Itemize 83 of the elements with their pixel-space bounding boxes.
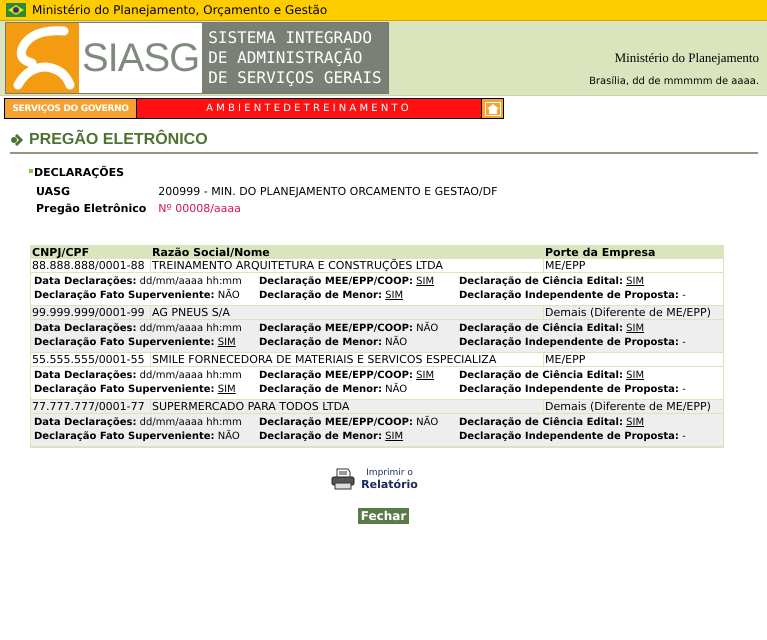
printer-icon[interactable] <box>331 468 356 490</box>
close-button[interactable]: Fechar <box>358 508 410 524</box>
declaration-label: Declaração Independente de Proposta: <box>459 290 679 301</box>
declaration-label: Declaração Fato Superveniente: <box>34 384 215 395</box>
declaration-value: - <box>682 290 686 301</box>
table-cell: 88.888.888/0001-88 <box>31 259 151 272</box>
info-value: Nº 00008/aaaa <box>158 202 242 215</box>
declaration-label: Declaração MEE/EPP/COOP: <box>259 276 413 287</box>
declaration-link[interactable]: SIM <box>218 337 236 348</box>
declaration-label: Declaração de Menor: <box>259 290 382 301</box>
declaration-link[interactable]: SIM <box>385 290 404 301</box>
declaration-label: Declaração MEE/EPP/COOP: <box>259 323 413 334</box>
column-header: CNPJ/CPF <box>31 246 90 259</box>
declaration-value: dd/mm/aaaa hh:mm <box>140 417 242 428</box>
declaration-label: Declaração de Ciência Edital: <box>459 323 623 334</box>
chevron-icon <box>10 134 24 146</box>
declaration-label: Declaração de Menor: <box>259 337 382 348</box>
declaration-value: NÃO <box>385 337 408 348</box>
declaration-label: Declaração de Ciência Edital: <box>459 417 623 428</box>
declaration-label: Data Declarações: <box>34 370 136 381</box>
declaration-label: Declaração Independente de Proposta: <box>459 384 679 395</box>
declaration-value: - <box>682 384 686 395</box>
table-cell: 99.999.999/0001-99 <box>31 306 151 319</box>
ministry-name: Ministério do Planejamento, Orçamento e Gestão <box>32 3 328 17</box>
logo-subtitle: SISTEMA INTEGRADO DE ADMINISTRAÇÃO DE SERVIÇOS GERAIS <box>202 23 388 93</box>
declaration-label: Data Declarações: <box>34 323 136 334</box>
logo-text: SIASG <box>79 23 202 93</box>
table-cell-text: Demais (Diferente de ME/EPP) <box>544 306 712 319</box>
declaration-link[interactable]: SIM <box>626 370 644 381</box>
declaration-value: - <box>682 337 686 348</box>
declaration-label: Declaração de Ciência Edital: <box>459 370 623 381</box>
declaration-link[interactable]: SIM <box>626 323 644 334</box>
declaration-value: dd/mm/aaaa hh:mm <box>140 370 242 381</box>
page-title: PREGÃO ELETRÔNICO <box>29 131 208 149</box>
declaration-value: NÃO <box>416 323 438 334</box>
declaration-label: Declaração Fato Superveniente: <box>34 290 215 301</box>
table-cell: 55.555.555/0001-55 <box>31 353 151 366</box>
declaration-link[interactable]: SIM <box>626 276 644 287</box>
home-icon <box>484 102 500 116</box>
home-button[interactable] <box>481 99 503 118</box>
declaration-link[interactable]: SIM <box>416 370 434 381</box>
declaration-value: NÃO <box>385 384 408 395</box>
table-cell-text: ME/EPP <box>544 353 586 366</box>
table-cell: TREINAMENTO ARQUITETURA E CONSTRUÇÕES LTDA <box>151 259 544 272</box>
declaration-value: NÃO <box>218 290 240 301</box>
column-header: Razão Social/Nome <box>151 246 271 259</box>
declaration-value: NÃO <box>218 431 240 442</box>
bullet-icon <box>29 169 33 173</box>
declaration-label: Declaração MEE/EPP/COOP: <box>259 417 413 428</box>
declaration-link[interactable]: SIM <box>626 417 644 428</box>
table-cell: 77.777.777/0001-77 <box>31 400 151 413</box>
declaration-label: Declaração Fato Superveniente: <box>34 431 215 442</box>
declaration-link[interactable]: SIM <box>416 276 434 287</box>
declaration-label: Declaração Independente de Proposta: <box>459 337 679 348</box>
table-cell: SMILE FORNECEDORA DE MATERIAIS E SERVICOS ESPECIALIZA <box>151 353 544 366</box>
info-label: UASG <box>36 185 72 198</box>
column-header: Porte da Empresa <box>544 246 656 259</box>
table-cell: SUPERMERCADO PARA TODOS LTDA <box>151 400 544 413</box>
table-cell-text: ME/EPP <box>544 259 586 272</box>
table-cell: AG PNEUS S/A <box>151 306 544 319</box>
info-label: Pregão Eletrônico <box>36 202 146 215</box>
environment-banner: AMBIENTEDETREINAMENTO <box>137 99 481 118</box>
declaration-value: NÃO <box>416 417 438 428</box>
table-cell-text: Demais (Diferente de ME/EPP) <box>544 400 712 413</box>
declaration-link[interactable]: SIM <box>385 431 404 442</box>
declaration-label: Data Declarações: <box>34 276 136 287</box>
declaration-value: dd/mm/aaaa hh:mm <box>140 276 242 287</box>
declaration-value: dd/mm/aaaa hh:mm <box>140 323 242 334</box>
declaration-value: - <box>682 431 686 442</box>
declaration-label: Declaração de Menor: <box>259 431 382 442</box>
info-value: 200999 - MIN. DO PLANEJAMENTO ORCAMENTO E GESTAO/DF <box>158 185 498 198</box>
declaration-label: Declaração Fato Superveniente: <box>34 337 215 348</box>
declaration-label: Declaração de Ciência Edital: <box>459 276 623 287</box>
declaration-label: Declaração de Menor: <box>259 384 382 395</box>
section-title: DECLARAÇÕES <box>34 166 124 179</box>
declaration-link[interactable]: SIM <box>218 384 236 395</box>
declaration-label: Declaração Independente de Proposta: <box>459 431 679 442</box>
date-text: Brasília, dd de mmmmm de aaaa. <box>589 76 759 87</box>
declaration-label: Data Declarações: <box>34 417 136 428</box>
ministry-label: Ministério do Planejamento <box>614 50 759 66</box>
print-report-link[interactable]: Imprimir o Relatório <box>361 468 418 490</box>
flag-icon <box>6 3 26 17</box>
declaration-label: Declaração MEE/EPP/COOP: <box>259 370 413 381</box>
